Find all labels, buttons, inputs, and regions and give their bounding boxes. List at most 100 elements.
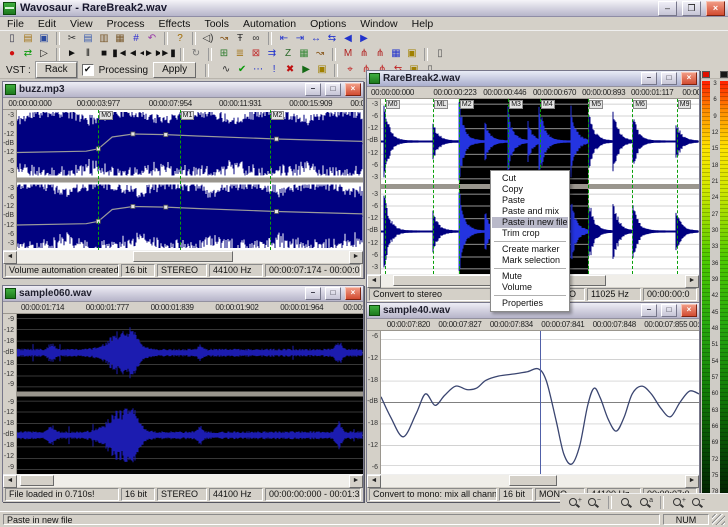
vst-enable-icon[interactable]: ✔ bbox=[234, 63, 250, 77]
resize-grip[interactable] bbox=[712, 514, 725, 525]
context-menu-item-paste-in-new-file[interactable]: Paste in new file bbox=[492, 217, 568, 228]
scroll-right-arrow[interactable]: ► bbox=[685, 475, 699, 488]
close-button[interactable]: × bbox=[345, 83, 361, 96]
horizontal-scrollbar[interactable]: ◄ ► bbox=[3, 250, 363, 263]
minimize-button[interactable]: – bbox=[305, 287, 321, 300]
scroll-right-arrow[interactable]: ► bbox=[685, 275, 699, 288]
zoom-out-button[interactable]: − bbox=[585, 496, 602, 510]
context-menu-item-create-marker[interactable]: Create marker bbox=[492, 244, 568, 255]
paste-special-icon[interactable]: ▦ bbox=[112, 32, 128, 46]
editor-window-sample060[interactable]: sample060.wav – □ × 00:00:01:71400:00:01… bbox=[2, 285, 364, 502]
replace-mode-icon[interactable]: ↻ bbox=[188, 47, 204, 61]
time-ruler[interactable]: 00:00:07:82000:00:07:82700:00:07:83400:0… bbox=[367, 319, 699, 331]
context-menu-item-paste-and-mix[interactable]: Paste and mix bbox=[492, 206, 568, 217]
scroll-thumb[interactable] bbox=[20, 475, 53, 486]
scroll-track[interactable] bbox=[17, 475, 349, 487]
time-ruler[interactable]: 00:00:00:00000:00:03:97700:00:07:95400:0… bbox=[3, 98, 363, 110]
zoom-vertical-in-button[interactable]: + bbox=[670, 496, 687, 510]
view-end-icon[interactable]: ⇥ bbox=[292, 32, 308, 46]
close-button[interactable]: × bbox=[681, 72, 697, 85]
link-icon[interactable]: ∞ bbox=[248, 32, 264, 46]
vst-info-icon[interactable]: ! bbox=[266, 63, 282, 77]
time-ruler[interactable]: 00:00:01:71400:00:01:77700:00:01:83900:0… bbox=[3, 302, 363, 314]
minimize-button[interactable]: – bbox=[305, 83, 321, 96]
block-icon[interactable]: ▦ bbox=[388, 47, 404, 61]
monitor-icon[interactable]: ◁) bbox=[200, 32, 216, 46]
horizontal-scrollbar[interactable]: ◄ ► bbox=[3, 474, 363, 487]
processing-checkbox[interactable]: ✔ bbox=[82, 64, 94, 76]
loop-icon[interactable]: ⇄ bbox=[20, 47, 36, 61]
menu-options[interactable]: Options bbox=[303, 18, 353, 30]
marker-line-m2[interactable] bbox=[459, 99, 460, 274]
restore-button[interactable]: ❐ bbox=[682, 1, 701, 16]
playback-cursor[interactable] bbox=[540, 331, 541, 474]
paste-icon[interactable]: ▥ bbox=[96, 32, 112, 46]
maximize-button[interactable]: □ bbox=[661, 304, 677, 317]
snap-icon[interactable]: # bbox=[128, 32, 144, 46]
beat-grid-icon[interactable]: ▦ bbox=[296, 47, 312, 61]
zoom-all-button[interactable]: a bbox=[637, 496, 654, 510]
window-titlebar[interactable]: buzz.mp3 – □ × bbox=[3, 82, 363, 98]
maximize-button[interactable]: □ bbox=[325, 83, 341, 96]
menu-view[interactable]: View bbox=[63, 18, 100, 30]
scroll-left-arrow[interactable]: ◄ bbox=[3, 251, 17, 264]
scroll-thumb[interactable] bbox=[509, 475, 558, 486]
edit-pencil-icon[interactable]: ↝ bbox=[312, 47, 328, 61]
marker-line-m2[interactable] bbox=[270, 110, 271, 250]
copy-icon[interactable]: ▤ bbox=[80, 32, 96, 46]
zero-cross-icon[interactable]: Z bbox=[280, 47, 296, 61]
stop-icon[interactable]: ■ bbox=[96, 47, 112, 61]
fit-width-icon[interactable]: ↔ bbox=[308, 32, 324, 46]
marker-line-m5[interactable] bbox=[588, 99, 589, 274]
view-start-icon[interactable]: ⇤ bbox=[276, 32, 292, 46]
marker-line-m6[interactable] bbox=[632, 99, 633, 274]
menu-process[interactable]: Process bbox=[100, 18, 152, 30]
marker-line-m0[interactable] bbox=[98, 110, 99, 250]
transient-icon[interactable]: ⇉ bbox=[264, 47, 280, 61]
play-cursor-icon[interactable]: ▷ bbox=[36, 47, 52, 61]
prev-view-icon[interactable]: ◀ bbox=[340, 32, 356, 46]
vst-curve-icon[interactable]: ∿ bbox=[218, 63, 234, 77]
close-button[interactable]: × bbox=[681, 304, 697, 317]
window-titlebar[interactable]: sample060.wav – □ × bbox=[3, 286, 363, 302]
scroll-left-arrow[interactable]: ◄ bbox=[3, 475, 17, 488]
scroll-left-arrow[interactable]: ◄ bbox=[367, 275, 381, 288]
context-menu-item-mark-selection[interactable]: Mark selection bbox=[492, 255, 568, 266]
scroll-track[interactable] bbox=[17, 251, 349, 263]
undo-icon[interactable]: ↶ bbox=[144, 32, 160, 46]
marker-line-ml[interactable] bbox=[433, 99, 434, 274]
marker-line-m0[interactable] bbox=[385, 99, 386, 274]
midi-in-icon[interactable]: ⌖ bbox=[342, 63, 358, 77]
context-menu-item-cut[interactable]: Cut bbox=[492, 173, 568, 184]
scroll-left-arrow[interactable]: ◄ bbox=[367, 475, 381, 488]
context-menu-item-copy[interactable]: Copy bbox=[492, 184, 568, 195]
record-icon[interactable]: ● bbox=[4, 47, 20, 61]
forward-icon[interactable]: ►► bbox=[144, 47, 160, 61]
menu-tools[interactable]: Tools bbox=[197, 18, 236, 30]
lock-icon[interactable]: ▣ bbox=[404, 47, 420, 61]
filter-a-icon[interactable]: ⋔ bbox=[356, 47, 372, 61]
open-file-icon[interactable]: ▤ bbox=[20, 32, 36, 46]
editor-window-sample40[interactable]: sample40.wav – □ × 00:00:07:82000:00:07:… bbox=[366, 302, 700, 502]
editor-window-buzz[interactable]: buzz.mp3 – □ × 00:00:00:00000:00:03:9770… bbox=[2, 81, 364, 278]
play-icon[interactable]: ► bbox=[64, 47, 80, 61]
marker-m-icon[interactable]: M bbox=[340, 47, 356, 61]
context-menu-item-properties[interactable]: Properties bbox=[492, 298, 568, 309]
zoom-vertical-out-button[interactable]: − bbox=[689, 496, 706, 510]
horizontal-scrollbar[interactable]: ◄ ► bbox=[367, 474, 699, 487]
menu-edit[interactable]: Edit bbox=[31, 18, 63, 30]
go-end-icon[interactable]: ►▮ bbox=[160, 47, 176, 61]
waveform-display[interactable]: M0M1M2 bbox=[17, 110, 363, 250]
context-menu-item-trim-crop[interactable]: Trim crop bbox=[492, 228, 568, 239]
menu-effects[interactable]: Effects bbox=[152, 18, 198, 30]
scroll-right-arrow[interactable]: ► bbox=[349, 251, 363, 264]
cut-icon[interactable]: ✂ bbox=[64, 32, 80, 46]
maximize-button[interactable]: □ bbox=[661, 72, 677, 85]
scroll-right-arrow[interactable]: ► bbox=[349, 475, 363, 488]
text-marker-icon[interactable]: Ŧ bbox=[232, 32, 248, 46]
zoom-selection-button[interactable] bbox=[618, 496, 635, 510]
minimize-button[interactable]: – bbox=[641, 304, 657, 317]
menu-help[interactable]: Help bbox=[405, 18, 441, 30]
next-view-icon[interactable]: ▶ bbox=[356, 32, 372, 46]
pause-icon[interactable]: ‖ bbox=[80, 47, 96, 61]
